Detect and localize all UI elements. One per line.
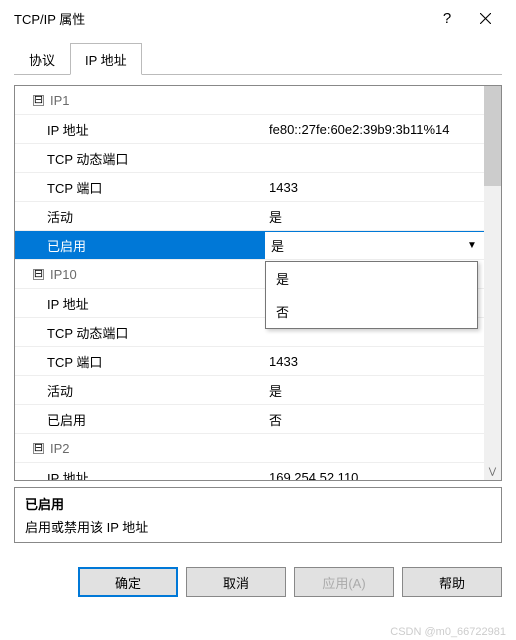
tab-ip[interactable]: IP 地址 — [70, 43, 142, 75]
grid-row[interactable]: TCP 端口1433 — [15, 347, 484, 376]
close-icon — [480, 13, 491, 24]
close-button[interactable] — [466, 4, 504, 32]
section-name: IP2 — [50, 441, 70, 456]
property-grid: ⊟ IP1 IP 地址fe80::27fe:60e2:39b9:3b11%14 … — [14, 85, 502, 481]
vertical-scrollbar[interactable]: ⋁ — [484, 86, 501, 480]
grid-label: IP 地址 — [15, 120, 265, 139]
dropdown-option-no[interactable]: 否 — [266, 295, 477, 328]
grid-row[interactable]: IP 地址169.254.52.110 — [15, 463, 484, 480]
grid-label: TCP 动态端口 — [15, 323, 265, 342]
grid-label: IP 地址 — [15, 468, 265, 481]
grid-value: 1433 — [265, 180, 484, 195]
section-header-ip1[interactable]: ⊟ IP1 — [15, 86, 484, 115]
grid-value: 是 — [269, 236, 460, 255]
collapse-icon[interactable]: ⊟ — [33, 95, 44, 106]
grid-row-selected[interactable]: 已启用 是 ▼ — [15, 231, 484, 260]
collapse-icon[interactable]: ⊟ — [33, 443, 44, 454]
grid-row[interactable]: 活动是 — [15, 376, 484, 405]
section-name: IP10 — [50, 267, 77, 282]
apply-button[interactable]: 应用(A) — [294, 567, 394, 597]
grid-label: 已启用 — [15, 236, 265, 255]
info-panel: 已启用 启用或禁用该 IP 地址 — [14, 487, 502, 543]
grid-row[interactable]: IP 地址fe80::27fe:60e2:39b9:3b11%14 — [15, 115, 484, 144]
titlebar: TCP/IP 属性 ? — [0, 0, 516, 36]
grid-value: 1433 — [265, 354, 484, 369]
cancel-button[interactable]: 取消 — [186, 567, 286, 597]
help-button[interactable]: ? — [428, 4, 466, 32]
grid-label: 活动 — [15, 381, 265, 400]
tab-protocol[interactable]: 协议 — [14, 43, 70, 75]
scroll-down-button[interactable]: ⋁ — [484, 463, 501, 480]
grid-row[interactable]: TCP 端口1433 — [15, 173, 484, 202]
grid-label: TCP 端口 — [15, 178, 265, 197]
watermark: CSDN @m0_66722981 — [390, 626, 506, 638]
dropdown-option-yes[interactable]: 是 — [266, 262, 477, 295]
ok-button[interactable]: 确定 — [78, 567, 178, 597]
info-panel-desc: 启用或禁用该 IP 地址 — [25, 517, 491, 536]
grid-label: 已启用 — [15, 410, 265, 429]
grid-row[interactable]: TCP 动态端口 — [15, 144, 484, 173]
grid-value: 169.254.52.110 — [265, 470, 484, 481]
grid-value: 是 — [265, 207, 484, 226]
grid-label: IP 地址 — [15, 294, 265, 313]
dropdown-menu: 是 否 — [265, 261, 478, 329]
grid-label: 活动 — [15, 207, 265, 226]
grid-label: TCP 端口 — [15, 352, 265, 371]
dialog-buttons: 确定 取消 应用(A) 帮助 — [0, 555, 516, 609]
window-title: TCP/IP 属性 — [14, 9, 428, 28]
section-header-ip2[interactable]: ⊟ IP2 — [15, 434, 484, 463]
grid-value: 是 — [265, 381, 484, 400]
info-panel-title: 已启用 — [25, 494, 491, 513]
help-button[interactable]: 帮助 — [402, 567, 502, 597]
dropdown-arrow-icon[interactable]: ▼ — [460, 232, 484, 258]
dialog-content: 协议 IP 地址 ⊟ IP1 IP 地址fe80::27fe:60e2:39b9… — [0, 36, 516, 555]
section-name: IP1 — [50, 93, 70, 108]
collapse-icon[interactable]: ⊟ — [33, 269, 44, 280]
scroll-thumb[interactable] — [484, 86, 501, 186]
grid-row[interactable]: 已启用否 — [15, 405, 484, 434]
grid-value: 否 — [265, 410, 484, 429]
grid-label: TCP 动态端口 — [15, 149, 265, 168]
tab-strip: 协议 IP 地址 — [14, 42, 502, 75]
grid-row[interactable]: 活动是 — [15, 202, 484, 231]
grid-value: fe80::27fe:60e2:39b9:3b11%14 — [265, 122, 484, 137]
